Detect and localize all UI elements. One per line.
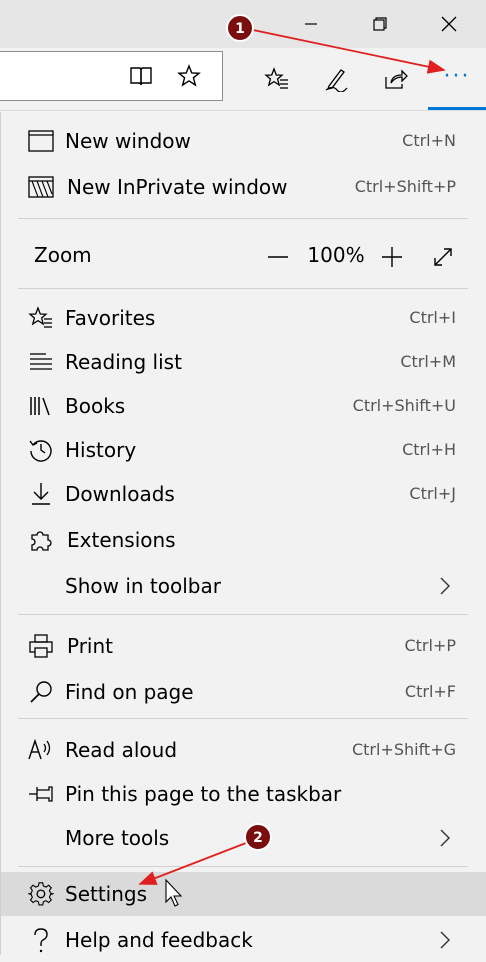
menu-item-shortcut: Ctrl+M — [400, 352, 456, 371]
minus-icon — [268, 256, 288, 258]
menu-item-label: Show in toolbar — [65, 574, 221, 598]
settings-and-more-button[interactable]: ··· — [428, 48, 486, 110]
menu-item-shortcut: Ctrl+Shift+U — [352, 396, 456, 415]
menu-item-shortcut: Ctrl+F — [404, 682, 456, 701]
reading-view-icon — [130, 67, 152, 86]
menu-item-books[interactable]: Books Ctrl+Shift+U — [1, 384, 486, 428]
zoom-row: Zoom 100% — [1, 230, 486, 280]
menu-item-shortcut: Ctrl+N — [402, 131, 456, 150]
menu-item-shortcut: Ctrl+Shift+G — [351, 740, 456, 759]
add-favorite-button[interactable] — [171, 58, 207, 94]
menu-divider — [18, 718, 468, 719]
menu-item-label: Extensions — [67, 528, 176, 552]
menu-item-history[interactable]: History Ctrl+H — [1, 428, 486, 472]
menu-item-shortcut: Ctrl+P — [404, 636, 456, 655]
plus-icon — [382, 247, 402, 267]
menu-item-print[interactable]: Print Ctrl+P — [1, 624, 486, 668]
menu-item-label: Settings — [65, 882, 148, 906]
menu-divider — [18, 866, 468, 867]
help-icon — [27, 926, 55, 954]
menu-item-label: Find on page — [65, 680, 194, 704]
menu-item-label: New InPrivate window — [67, 175, 288, 199]
web-note-icon — [325, 69, 348, 92]
menu-item-label: Help and feedback — [65, 928, 253, 952]
minimize-button[interactable] — [282, 0, 340, 48]
menu-item-label: History — [65, 438, 137, 462]
menu-item-more-tools[interactable]: More tools — [1, 816, 486, 860]
menu-item-favorites[interactable]: Favorites Ctrl+I — [1, 296, 486, 340]
chevron-right-icon — [440, 931, 450, 949]
share-icon — [385, 69, 408, 89]
menu-item-settings[interactable]: Settings — [1, 872, 486, 916]
reading-view-button[interactable] — [123, 58, 159, 94]
new-window-icon — [27, 127, 55, 155]
minimize-icon — [305, 23, 317, 25]
zoom-in-button[interactable] — [378, 243, 406, 271]
favorites-hub-button[interactable] — [259, 61, 295, 97]
menu-item-label: Books — [65, 394, 126, 418]
menu-item-label: Pin this page to the taskbar — [65, 782, 342, 806]
gear-icon — [27, 880, 55, 908]
menu-item-reading-list[interactable]: Reading list Ctrl+M — [1, 340, 486, 384]
menu-item-shortcut: Ctrl+H — [402, 440, 456, 459]
menu-item-label: Favorites — [65, 306, 156, 330]
favorites-hub-icon — [264, 67, 288, 89]
inprivate-icon — [27, 173, 55, 201]
menu-divider — [18, 288, 468, 289]
menu-item-shortcut: Ctrl+J — [409, 484, 456, 503]
menu-item-label: New window — [65, 129, 191, 153]
menu-item-label: Downloads — [65, 482, 175, 506]
menu-item-shortcut: Ctrl+I — [409, 308, 456, 327]
search-icon — [27, 678, 55, 706]
chevron-right-icon — [440, 577, 450, 595]
more-dots-icon: ··· — [443, 63, 471, 89]
reading-list-icon — [27, 348, 55, 376]
books-icon — [27, 392, 55, 420]
pin-icon — [27, 780, 55, 808]
browser-toolbar: ··· — [0, 48, 486, 111]
print-icon — [27, 632, 55, 660]
web-note-button[interactable] — [318, 61, 354, 97]
address-bar[interactable] — [0, 51, 223, 101]
zoom-level: 100% — [307, 243, 365, 267]
close-icon — [441, 16, 457, 32]
menu-divider — [18, 218, 468, 219]
read-aloud-icon — [27, 736, 55, 764]
history-icon — [27, 436, 55, 464]
menu-item-downloads[interactable]: Downloads Ctrl+J — [1, 472, 486, 516]
chevron-right-icon — [440, 829, 450, 847]
downloads-icon — [27, 480, 55, 508]
favorite-star-icon — [177, 64, 201, 87]
menu-divider — [18, 614, 468, 615]
restore-button[interactable] — [351, 0, 409, 48]
fullscreen-button[interactable] — [429, 243, 457, 271]
share-button[interactable] — [377, 61, 413, 97]
menu-item-extensions[interactable]: Extensions — [1, 518, 486, 562]
menu-item-new-inprivate-window[interactable]: New InPrivate window Ctrl+Shift+P — [1, 165, 486, 209]
restore-icon — [373, 17, 387, 31]
close-button[interactable] — [420, 0, 478, 48]
menu-item-help-and-feedback[interactable]: Help and feedback — [1, 918, 486, 962]
menu-item-label: Print — [67, 634, 114, 658]
title-bar — [0, 0, 486, 48]
fullscreen-icon — [434, 248, 452, 266]
extensions-icon — [27, 526, 55, 554]
menu-item-read-aloud[interactable]: Read aloud Ctrl+Shift+G — [1, 728, 486, 772]
menu-item-find-on-page[interactable]: Find on page Ctrl+F — [1, 670, 486, 714]
favorites-icon — [27, 304, 55, 332]
menu-item-label: Reading list — [65, 350, 182, 374]
menu-item-new-window[interactable]: New window Ctrl+N — [1, 119, 486, 163]
settings-and-more-menu: New window Ctrl+N New InPrivate window C… — [0, 112, 486, 955]
menu-item-show-in-toolbar[interactable]: Show in toolbar — [1, 564, 486, 608]
menu-item-label: Read aloud — [65, 738, 178, 762]
zoom-out-button[interactable] — [264, 243, 292, 271]
menu-item-label: More tools — [65, 826, 170, 850]
menu-item-shortcut: Ctrl+Shift+P — [354, 177, 456, 196]
zoom-label: Zoom — [34, 243, 92, 267]
menu-item-pin-to-taskbar[interactable]: Pin this page to the taskbar — [1, 772, 486, 816]
